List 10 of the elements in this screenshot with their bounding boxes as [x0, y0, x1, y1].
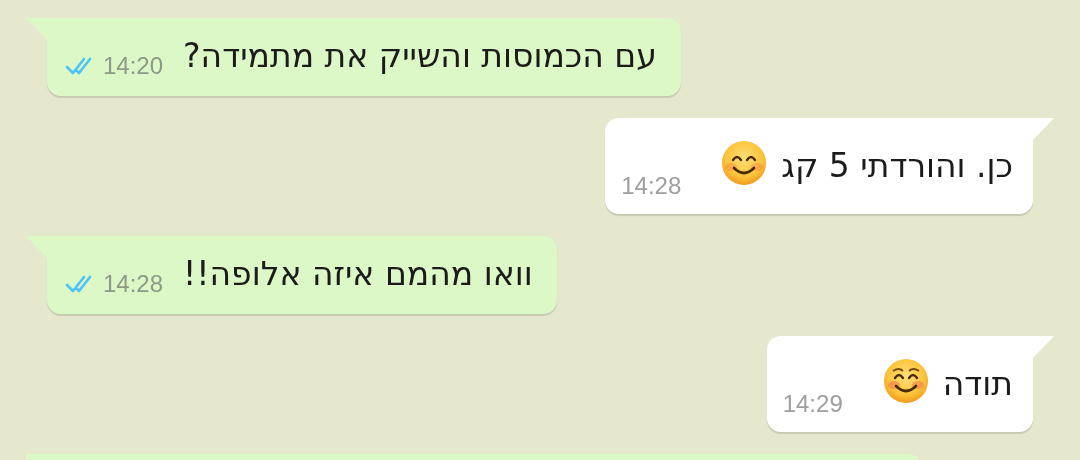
message-text: עם הכמוסות והשייק את מתמידה?: [183, 35, 657, 77]
message-text: כן. והורדתי 5 קג: [781, 145, 1013, 187]
message-text: תודה: [942, 363, 1013, 405]
message-time: 14:28: [103, 270, 164, 298]
message-time: 14:28: [621, 172, 682, 200]
message-time: 14:29: [782, 390, 843, 418]
smiling-face-icon: [882, 358, 929, 404]
message-text: וואו מהמם איזה אלופה!!: [183, 253, 533, 295]
message-time: 14:20: [103, 52, 164, 80]
smiling-face-icon: [721, 140, 768, 186]
